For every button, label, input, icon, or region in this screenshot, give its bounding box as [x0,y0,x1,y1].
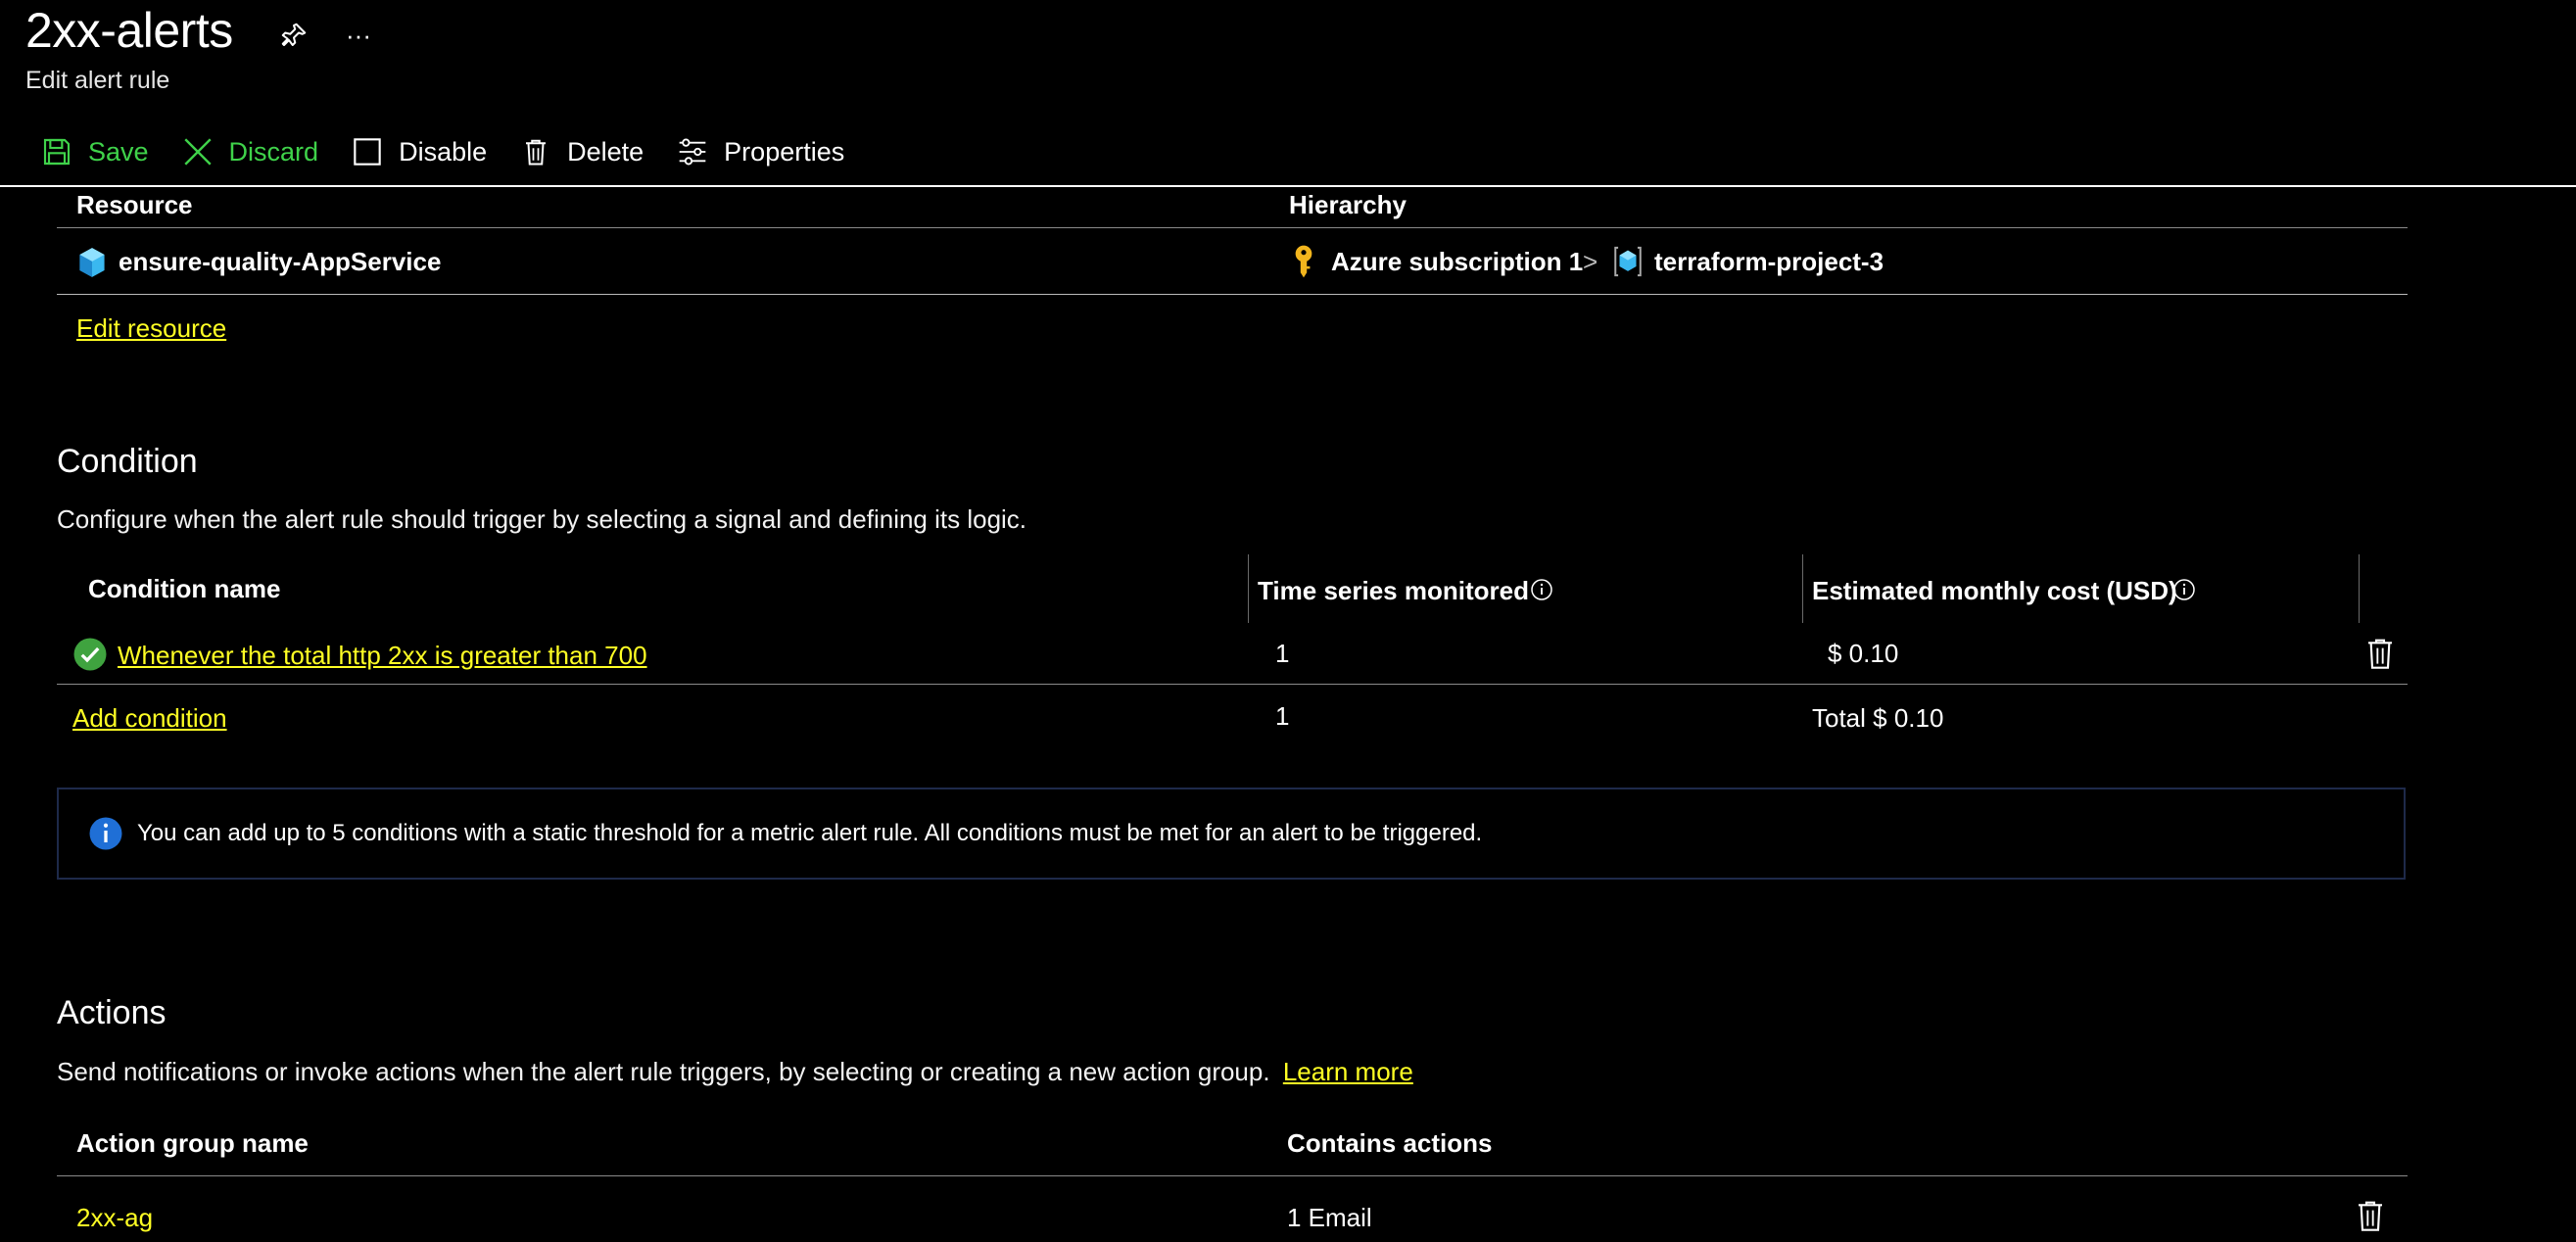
delete-action-group-icon[interactable] [2355,1197,2386,1234]
info-circle-icon[interactable] [2172,578,2196,601]
condition-row-link[interactable]: Whenever the total http 2xx is greater t… [118,641,647,671]
scope-row-divider [57,294,2408,295]
action-group-name[interactable]: 2xx-ag [76,1203,153,1233]
disable-button[interactable]: Disable [350,134,487,169]
edit-resource-link[interactable]: Edit resource [76,313,226,344]
ellipsis-icon[interactable]: ··· [341,18,376,53]
condition-cost-value: $ 0.10 [1828,639,1899,668]
condition-description: Configure when the alert rule should tri… [57,504,1027,534]
time-series-column-header: Time series monitored [1258,576,1529,605]
delete-button[interactable]: Delete [518,134,644,169]
learn-more-link[interactable]: Learn more [1283,1057,1413,1086]
action-group-name-column-header: Action group name [76,1128,309,1158]
success-check-icon [72,637,108,672]
column-divider [1248,554,1249,623]
actions-description-text: Send notifications or invoke actions whe… [57,1057,1270,1086]
page-subtitle: Edit alert rule [25,67,170,94]
discard-button[interactable]: Discard [180,134,319,169]
info-icon [88,816,123,851]
info-message-bar: You can add up to 5 conditions with a st… [57,788,2406,880]
hierarchy-column-header: Hierarchy [1289,190,1407,219]
delete-label: Delete [567,136,644,167]
total-cost-value: Total $ 0.10 [1812,703,1944,733]
key-icon [1291,245,1316,280]
actions-description: Send notifications or invoke actions whe… [57,1057,1413,1087]
checkbox-icon [350,134,385,169]
resource-column-header: Resource [76,190,193,219]
save-label: Save [88,136,149,167]
resource-group-icon [1611,245,1645,278]
close-icon [180,134,215,169]
save-icon [39,134,74,169]
column-divider [1802,554,1803,623]
properties-label: Properties [724,136,845,167]
actions-heading: Actions [57,994,167,1031]
scope-header-divider [57,227,2408,228]
resource-name: ensure-quality-AppService [119,247,442,276]
column-divider [2359,554,2360,623]
cost-column-header: Estimated monthly cost (USD) [1812,576,2177,605]
add-condition-link[interactable]: Add condition [72,703,227,734]
chevron-right-icon: > [1583,247,1598,276]
info-circle-icon[interactable] [1530,578,1553,601]
condition-name-column-header: Condition name [88,574,281,603]
hierarchy-subscription: Azure subscription 1 [1331,247,1584,276]
discard-label: Discard [228,136,319,167]
sliders-icon [675,134,710,169]
info-message-text: You can add up to 5 conditions with a st… [137,820,1483,846]
toolbar-divider [0,185,2576,187]
condition-row-divider [57,684,2408,685]
total-time-series-value: 1 [1275,701,1290,731]
hierarchy-resource-group: terraform-project-3 [1654,247,1884,276]
pin-icon[interactable] [276,18,311,53]
trash-icon [518,134,553,169]
command-bar: Save Discard Disable Delete Properties [39,127,876,176]
save-button[interactable]: Save [39,134,149,169]
condition-time-series-value: 1 [1275,639,1290,668]
actions-header-divider [57,1175,2408,1176]
action-group-contains: 1 Email [1287,1203,1372,1232]
condition-heading: Condition [57,443,198,480]
disable-label: Disable [399,136,488,167]
properties-button[interactable]: Properties [675,134,844,169]
app-service-icon [78,247,106,278]
page-title: 2xx-alerts [25,3,233,58]
delete-condition-icon[interactable] [2364,635,2396,672]
contains-actions-column-header: Contains actions [1287,1128,1493,1158]
